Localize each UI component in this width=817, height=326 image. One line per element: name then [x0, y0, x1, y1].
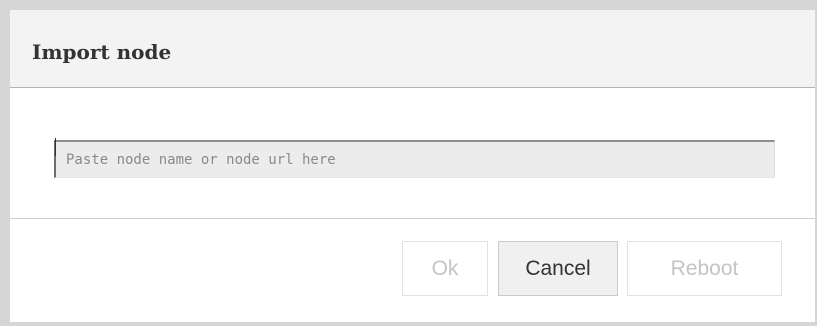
dialog-header: Import node: [10, 10, 815, 88]
ok-button[interactable]: Ok: [402, 241, 488, 296]
node-name-input[interactable]: [54, 140, 775, 178]
dialog-title: Import node: [32, 40, 172, 64]
dialog-footer: Ok Cancel Reboot: [10, 219, 815, 322]
text-caret: [55, 138, 56, 156]
dialog-body: [10, 88, 815, 219]
reboot-button[interactable]: Reboot: [627, 241, 782, 296]
import-node-dialog: Import node Ok Cancel Reboot: [10, 10, 815, 322]
cancel-button[interactable]: Cancel: [498, 241, 618, 296]
